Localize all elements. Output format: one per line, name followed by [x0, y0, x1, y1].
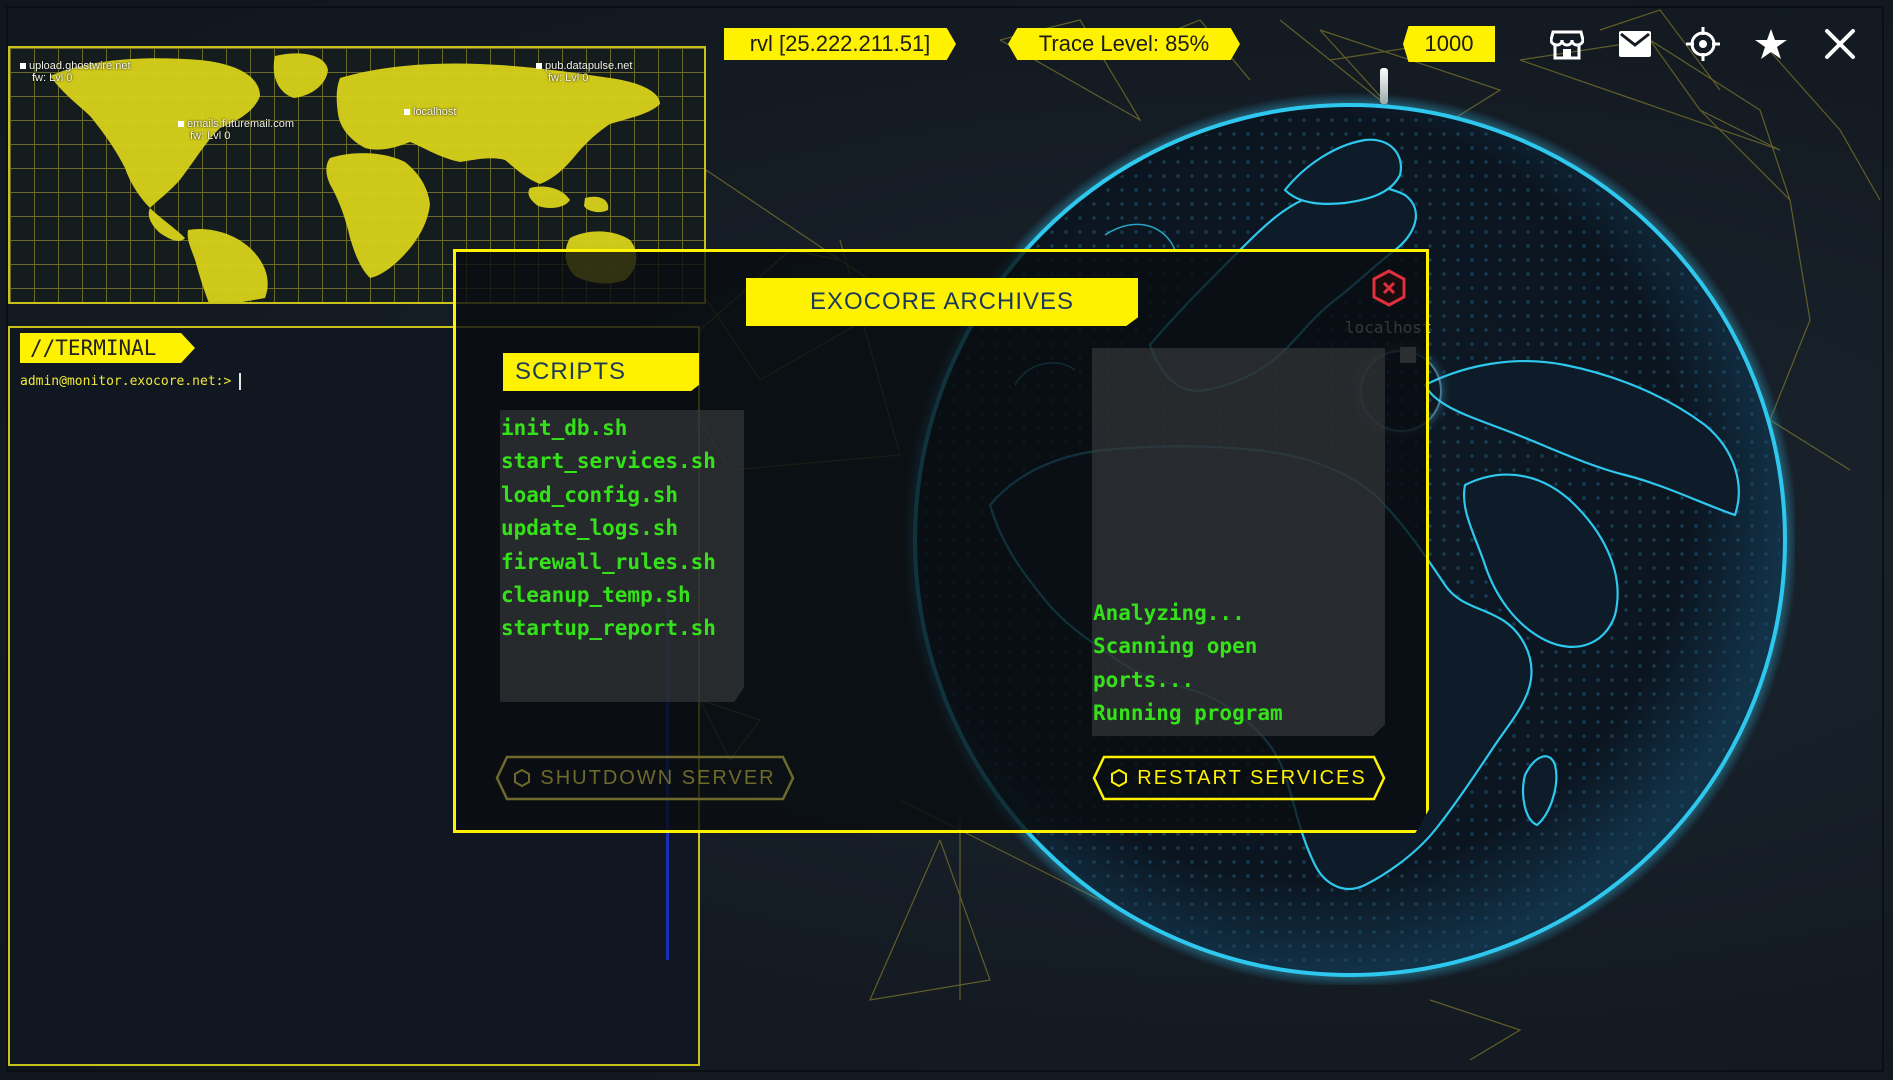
store-icon[interactable] [1545, 22, 1589, 66]
script-item[interactable]: startup_report.sh [501, 612, 716, 645]
scripts-title: SCRIPTS [503, 353, 699, 391]
host-name: pub.datapulse.net [545, 60, 633, 72]
host-name: emails.futuremail.com [187, 118, 294, 130]
map-host-upload-ghostwire[interactable]: upload.ghostwire.net fw: Lvl 0 [20, 60, 131, 84]
star-icon[interactable] [1749, 22, 1793, 66]
host-dot-icon [20, 63, 26, 70]
script-item[interactable]: cleanup_temp.sh [501, 579, 716, 612]
hexagon-icon [1111, 769, 1128, 787]
credits-counter: 1000 [1403, 26, 1495, 62]
terminal-prompt: admin@monitor.exocore.net:> [20, 374, 232, 389]
host-dot-icon [178, 121, 184, 128]
script-item[interactable]: firewall_rules.sh [501, 546, 716, 579]
restart-services-button[interactable]: RESTART SERVICES [1092, 755, 1386, 801]
map-host-localhost[interactable]: localhost [404, 106, 456, 118]
output-line: Scanning open [1093, 634, 1258, 659]
host-firewall-level: fw: Lvl 0 [548, 72, 589, 84]
text-cursor [239, 373, 242, 390]
host-dot-icon [536, 63, 542, 70]
script-item[interactable]: init_db.sh [501, 412, 716, 445]
close-icon[interactable] [1818, 22, 1862, 66]
host-name: localhost [413, 106, 457, 118]
dialog-title: EXOCORE ARCHIVES [746, 278, 1138, 326]
host-firewall-level: fw: Lvl 0 [190, 130, 231, 142]
host-dot-icon [404, 109, 410, 116]
script-item[interactable]: load_config.sh [501, 479, 716, 512]
map-host-pub-datapulse[interactable]: pub.datapulse.net fw: Lvl 0 [536, 60, 632, 84]
output-line: ports... [1093, 667, 1195, 692]
map-host-emails-futuremail[interactable]: emails.futuremail.com fw: Lvl 0 [178, 118, 294, 142]
host-name: upload.ghostwire.net [29, 60, 131, 72]
mail-icon[interactable] [1613, 22, 1657, 66]
globe-beacon [1380, 68, 1388, 104]
trace-level-badge: Trace Level: 85% [1008, 28, 1240, 60]
script-item[interactable]: start_services.sh [501, 445, 716, 478]
output-console: Analyzing... Scanning open ports... Runn… [1093, 597, 1393, 731]
close-dialog-icon[interactable] [1372, 269, 1406, 307]
output-line: Analyzing... [1093, 601, 1245, 625]
scripts-list: init_db.sh start_services.sh load_config… [501, 412, 716, 646]
script-item[interactable]: update_logs.sh [501, 512, 716, 545]
hexagon-icon [514, 769, 531, 787]
game-screen: upload.ghostwire.net fw: Lvl 0 emails.fu… [0, 0, 1893, 1080]
terminal-input-line[interactable]: admin@monitor.exocore.net:> [20, 373, 242, 390]
restart-services-label: RESTART SERVICES [1137, 766, 1367, 789]
host-firewall-level: fw: Lvl 0 [32, 72, 73, 84]
target-icon[interactable] [1681, 22, 1725, 66]
shutdown-server-label: SHUTDOWN SERVER [540, 766, 776, 789]
ip-address-badge: rvl [25.222.211.51] [724, 28, 956, 60]
output-line: Running program [1093, 701, 1283, 726]
shutdown-server-button[interactable]: SHUTDOWN SERVER [495, 755, 795, 801]
terminal-title: //TERMINAL [20, 333, 195, 363]
